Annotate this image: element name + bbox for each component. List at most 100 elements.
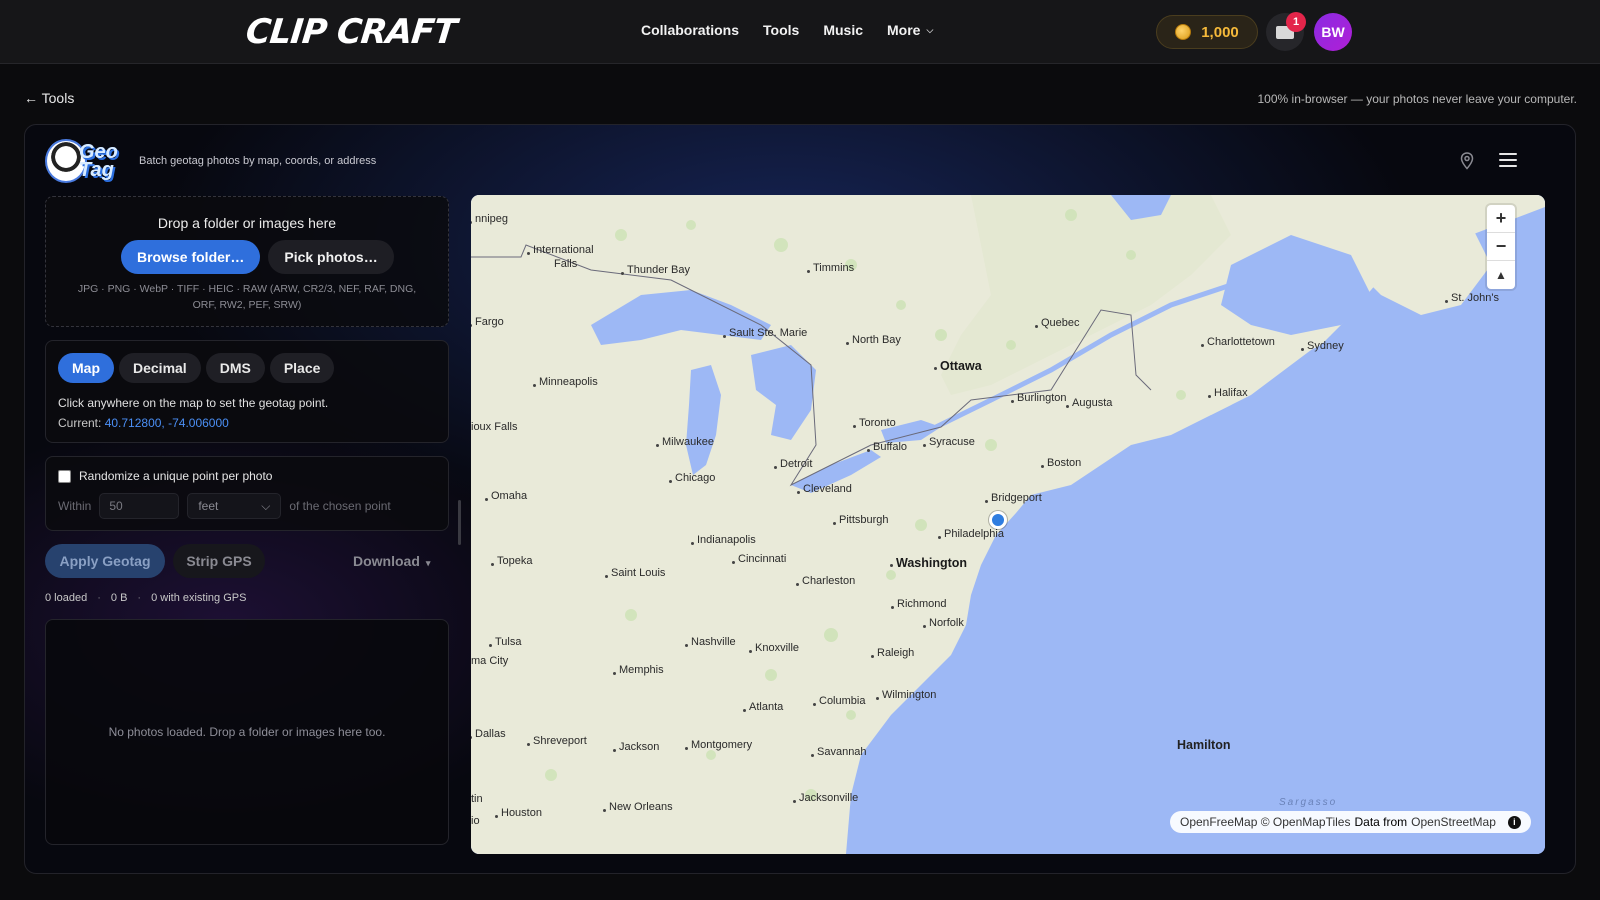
sea-label: Sargasso: [1279, 797, 1338, 808]
distance-input[interactable]: 50: [99, 493, 180, 519]
nav-music[interactable]: Music: [823, 22, 863, 38]
tab-dms[interactable]: DMS: [205, 353, 265, 383]
city-label: Cincinnati: [731, 553, 787, 565]
city-label: Burlington: [1011, 392, 1067, 404]
city-label: Norfolk: [923, 617, 964, 629]
app-header: Geo Tag Batch geotag photos by map, coor…: [45, 137, 376, 185]
zoom-in-button[interactable]: +: [1487, 205, 1515, 233]
within-label: Within: [58, 499, 92, 513]
city-label: Charleston: [795, 575, 856, 587]
city-label: Omaha: [484, 490, 528, 502]
city-label: Sydney: [1301, 340, 1344, 352]
location-pin-button[interactable]: [1457, 151, 1477, 171]
coin-balance[interactable]: 1,000: [1156, 15, 1258, 49]
zoom-out-button[interactable]: −: [1487, 233, 1515, 261]
city-label: ioux Falls: [471, 421, 518, 433]
sidebar-scrollbar[interactable]: [458, 500, 461, 545]
browse-folder-button[interactable]: Browse folder…: [121, 240, 261, 274]
location-pin-icon: [1460, 152, 1474, 170]
city-label: Milwaukee: [656, 436, 714, 448]
city-label: Halifax: [1208, 387, 1248, 399]
city-label: Raleigh: [870, 647, 915, 659]
user-avatar[interactable]: BW: [1314, 13, 1352, 51]
nav-collaborations[interactable]: Collaborations: [641, 22, 739, 38]
city-label: Knoxville: [748, 642, 800, 654]
geotag-marker[interactable]: [989, 511, 1007, 529]
attribution-openfreemap[interactable]: OpenFreeMap © OpenMapTiles: [1180, 815, 1350, 829]
chevron-down-icon: ▾: [425, 558, 431, 568]
map-view[interactable]: nnipeg International Falls Thunder Bay T…: [471, 195, 1545, 854]
city-label: Detroit: [773, 458, 813, 470]
city-label: Shreveport: [527, 735, 587, 747]
map-hint: Click anywhere on the map to set the geo…: [58, 396, 329, 410]
city-label: Washington: [889, 556, 968, 570]
city-label: Quebec: [1035, 317, 1080, 329]
current-value: 40.712800, -74.006000: [104, 416, 229, 430]
nav-more[interactable]: More ⌵: [887, 22, 933, 38]
city-label: Hamilton: [1177, 738, 1231, 752]
city-label: Jacksonville: [792, 792, 859, 804]
city-label: Minneapolis: [533, 376, 598, 388]
distance-suffix: of the chosen point: [289, 499, 391, 513]
existing-gps-count: 0 with existing GPS: [151, 592, 247, 604]
strip-gps-button[interactable]: Strip GPS: [173, 544, 265, 578]
download-label: Download: [353, 553, 420, 569]
zoom-controls: + − ▲: [1487, 205, 1515, 289]
randomize-label: Randomize a unique point per photo: [79, 469, 273, 483]
total-size: 0 B: [110, 592, 128, 604]
nav-tools[interactable]: Tools: [763, 22, 799, 38]
unit-select[interactable]: feet ⌵: [187, 493, 282, 519]
geotag-logo: Geo Tag: [45, 137, 127, 185]
dropzone-title: Drop a folder or images here: [157, 215, 337, 231]
city-label: Syracuse: [923, 436, 975, 448]
coin-icon: [1175, 24, 1192, 40]
empty-photos-message: No photos loaded. Drop a folder or image…: [108, 725, 386, 739]
city-label: Savannah: [811, 746, 867, 758]
photo-list[interactable]: No photos loaded. Drop a folder or image…: [45, 619, 449, 845]
current-coordinates: Current: 40.712800, -74.006000: [58, 416, 229, 430]
city-label: Boston: [1040, 457, 1082, 469]
city-label: Memphis: [613, 664, 664, 676]
attribution-data-from: Data from: [1354, 815, 1408, 829]
pick-photos-button[interactable]: Pick photos…: [268, 240, 394, 274]
coordinate-mode-box: Map Decimal DMS Place Click anywhere on …: [45, 340, 449, 443]
city-label: Sault Ste. Marie: [722, 327, 808, 339]
tab-place[interactable]: Place: [269, 353, 335, 383]
tab-decimal[interactable]: Decimal: [119, 353, 201, 383]
city-label: Houston: [495, 807, 542, 819]
apply-geotag-button[interactable]: Apply Geotag: [45, 544, 165, 578]
city-label: Chicago: [668, 472, 716, 484]
download-button[interactable]: Download ▾: [353, 553, 430, 569]
city-label: Cleveland: [797, 483, 852, 495]
main-nav: Collaborations Tools Music More ⌵: [641, 22, 933, 38]
city-label: Bridgeport: [985, 492, 1042, 504]
tab-map[interactable]: Map: [58, 353, 114, 383]
city-label: North Bay: [846, 334, 901, 346]
compass-reset-button[interactable]: ▲: [1487, 261, 1515, 289]
city-label: Philadelphia: [938, 528, 1004, 540]
city-label: Thunder Bay: [621, 264, 690, 276]
city-label: ma City: [471, 655, 509, 667]
coin-count: 1,000: [1201, 23, 1239, 41]
city-label: tin: [471, 793, 483, 805]
city-label: Charlottetown: [1201, 336, 1275, 348]
supported-formats: JPG · PNG · WebP · TIFF · HEIC · RAW (AR…: [77, 283, 417, 311]
app-subtitle: Batch geotag photos by map, coords, or a…: [139, 155, 377, 167]
city-label: nnipeg: [471, 213, 509, 225]
city-label: Nashville: [685, 636, 736, 648]
city-label: Columbia: [812, 695, 866, 707]
city-label: Saint Louis: [604, 567, 666, 579]
hamburger-menu-icon[interactable]: [1499, 153, 1517, 167]
back-to-tools-link[interactable]: ← Tools: [24, 90, 74, 106]
city-label: Dallas: [471, 728, 506, 740]
photo-stats: 0 loaded · 0 B · 0 with existing GPS: [45, 592, 247, 604]
mode-tabs: Map Decimal DMS Place: [58, 353, 335, 383]
randomize-checkbox[interactable]: [58, 469, 71, 483]
site-logo[interactable]: CLIP CRAFT: [244, 12, 458, 52]
loaded-count: 0 loaded: [45, 592, 88, 604]
dropzone[interactable]: Drop a folder or images here Browse fold…: [45, 196, 449, 327]
attribution-osm[interactable]: OpenStreetMap: [1411, 815, 1496, 829]
info-icon[interactable]: i: [1507, 815, 1521, 829]
city-label: Pittsburgh: [833, 514, 889, 526]
city-label: Tulsa: [489, 636, 522, 648]
